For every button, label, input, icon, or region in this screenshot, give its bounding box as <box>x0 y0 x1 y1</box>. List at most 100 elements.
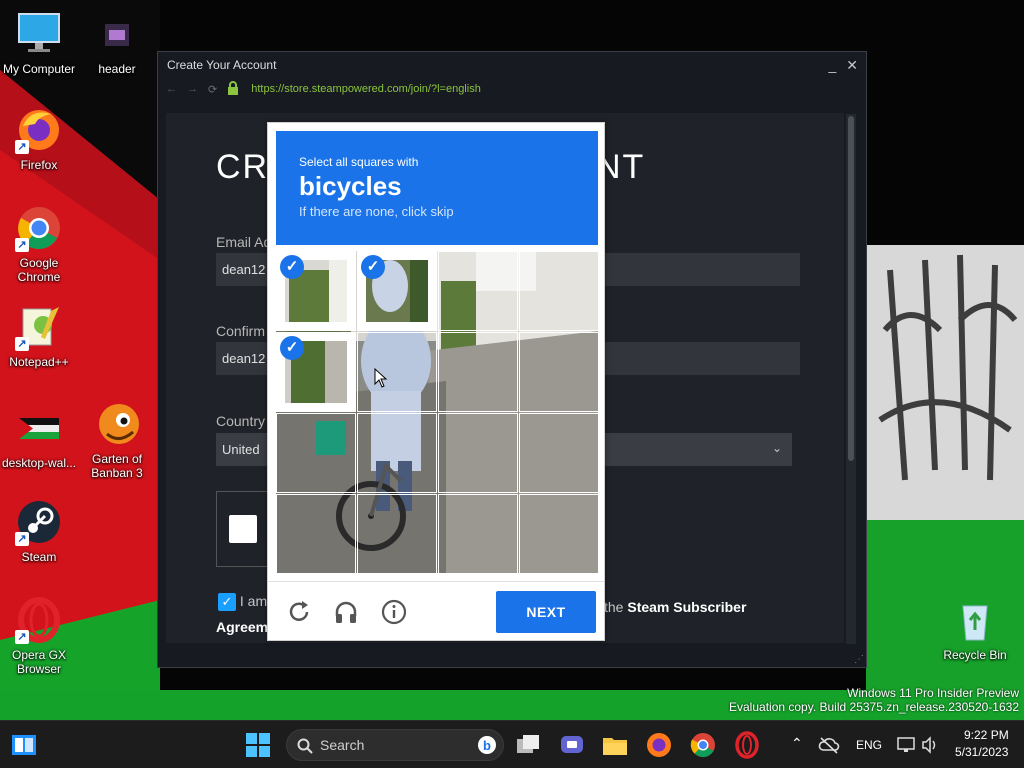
watermark-line-1: Windows 11 Pro Insider Preview <box>847 686 1019 700</box>
windows-evaluation-watermark: Windows 11 Pro Insider Preview Evaluatio… <box>729 686 1019 714</box>
audio-icon[interactable] <box>332 598 360 626</box>
captcha-tile-13[interactable] <box>276 494 356 573</box>
mouse-cursor-icon <box>374 368 388 388</box>
confirm-email-label: Confirm <box>216 323 266 339</box>
firefox-icon: ↗ <box>15 106 63 154</box>
captcha-tile-11[interactable] <box>438 413 518 493</box>
resize-grip-icon[interactable]: ⋰ <box>854 654 864 665</box>
desktop-icon-opera-gx[interactable]: ↗ Opera GX Browser <box>0 596 78 676</box>
chevron-down-icon: ⌄ <box>771 441 782 455</box>
challenge-header: Select all squares with bicycles If ther… <box>276 131 598 245</box>
firefox-taskbar-icon[interactable] <box>645 731 673 759</box>
opera-gx-icon: ↗ <box>15 596 63 644</box>
selected-check-icon: ✓ <box>280 336 304 360</box>
captcha-tile-15[interactable] <box>438 494 518 573</box>
subscriber-agreement-link[interactable]: Steam Subscriber <box>627 599 746 615</box>
desktop-icon-label: Firefox <box>20 158 58 172</box>
captcha-tile-5[interactable]: ✓ <box>276 332 356 412</box>
file-explorer-icon[interactable] <box>601 731 629 759</box>
shortcut-arrow-icon: ↗ <box>15 630 29 644</box>
task-view-icon[interactable] <box>514 731 542 759</box>
bing-icon[interactable]: b <box>477 735 497 755</box>
captcha-tile-2[interactable]: ✓ <box>357 251 437 331</box>
shortcut-arrow-icon: ↗ <box>15 140 29 154</box>
agreement-row: ✓ I am <box>218 593 268 612</box>
next-button[interactable]: NEXT <box>496 591 596 633</box>
refresh-icon[interactable]: ⟳ <box>208 83 217 96</box>
captcha-tile-9[interactable] <box>276 413 356 493</box>
volume-icon[interactable] <box>920 735 940 755</box>
recaptcha-challenge: Select all squares with bicycles If ther… <box>267 122 605 641</box>
game-icon <box>93 400 141 448</box>
captcha-tile-6[interactable] <box>357 332 437 412</box>
search-icon <box>297 738 313 754</box>
captcha-tile-10[interactable] <box>357 413 437 493</box>
captcha-tile-8[interactable] <box>519 332 598 412</box>
agreement-middle: the <box>604 599 624 615</box>
shortcut-arrow-icon: ↗ <box>15 238 29 252</box>
desktop-icon-recycle-bin[interactable]: Recycle Bin <box>936 596 1014 662</box>
shortcut-arrow-icon: ↗ <box>15 532 29 546</box>
desktop-icon-label: Google Chrome <box>17 256 61 284</box>
opera-gx-taskbar-icon[interactable] <box>733 731 761 759</box>
agreement-link-continued[interactable]: Agreem <box>216 619 268 635</box>
desktop-icon-steam[interactable]: ↗ Steam <box>0 498 78 564</box>
chrome-taskbar-icon[interactable] <box>689 731 717 759</box>
email-label: Email Ad <box>216 234 272 250</box>
desktop-icon-garten-of-banban[interactable]: Garten of Banban 3 <box>78 400 156 480</box>
agreement-prefix: I am <box>239 593 268 609</box>
windows-start-icon[interactable] <box>244 731 272 759</box>
captcha-tile-16[interactable] <box>519 494 598 573</box>
captcha-tile-1[interactable]: ✓ <box>276 251 356 331</box>
lock-icon <box>227 80 239 98</box>
back-icon[interactable]: ← <box>166 83 177 95</box>
desktop-icon-wallpaper-file[interactable]: desktop-wal... <box>0 404 78 470</box>
recaptcha-checkbox[interactable] <box>229 515 257 543</box>
scrollbar-thumb[interactable] <box>848 116 854 461</box>
email-value: dean12 <box>222 262 266 277</box>
taskbar-search-box[interactable]: Search b <box>286 729 504 761</box>
reload-icon[interactable] <box>285 598 313 626</box>
page-scrollbar[interactable] <box>846 114 856 644</box>
minimize-icon[interactable]: _ <box>828 57 836 74</box>
desktop-icon-label: header <box>98 62 136 76</box>
desktop-icon-chrome[interactable]: ↗ Google Chrome <box>0 204 78 284</box>
challenge-image-grid: ✓ ✓ ✓ <box>276 251 598 573</box>
input-language[interactable]: ENG <box>856 738 882 752</box>
desktop-icon-label: My Computer <box>2 62 76 76</box>
desktop-icon-notepadpp[interactable]: ↗ Notepad++ <box>0 303 78 369</box>
teams-chat-icon[interactable] <box>558 731 586 759</box>
cloud-offline-icon[interactable] <box>818 735 840 757</box>
desktop-icon-label: desktop-wal... <box>1 456 77 470</box>
captcha-tile-3[interactable] <box>438 251 518 331</box>
show-hidden-icons-chevron-icon[interactable]: ⌃ <box>791 735 803 752</box>
monitor-icon <box>15 10 63 58</box>
search-placeholder: Search <box>320 737 365 753</box>
desktop-icon-label: Steam <box>21 550 57 564</box>
window-title: Create Your Account <box>167 58 277 72</box>
window-titlebar[interactable]: Create Your Account _ ✕ <box>158 52 866 78</box>
desktop-icon-my-computer[interactable]: My Computer <box>0 10 78 76</box>
navigation-bar: ← → ⟳ https://store.steampowered.com/joi… <box>158 78 866 100</box>
desktop-icon-firefox[interactable]: ↗ Firefox <box>0 106 78 172</box>
challenge-hint: If there are none, click skip <box>299 204 454 219</box>
desktop-icon-header[interactable]: header <box>78 10 156 76</box>
shortcut-arrow-icon: ↗ <box>15 337 29 351</box>
agreement-checkbox[interactable]: ✓ <box>218 593 236 612</box>
country-value: United <box>222 442 260 457</box>
network-icon[interactable] <box>896 735 916 755</box>
close-icon[interactable]: ✕ <box>846 57 858 74</box>
captcha-tile-12[interactable] <box>519 413 598 493</box>
chrome-icon: ↗ <box>15 204 63 252</box>
clock-date[interactable]: 5/31/2023 <box>955 745 1008 759</box>
clock-time[interactable]: 9:22 PM <box>964 728 1009 742</box>
captcha-tile-14[interactable] <box>357 494 437 573</box>
info-icon[interactable] <box>380 598 408 626</box>
task-view-widget-icon[interactable] <box>10 731 38 759</box>
captcha-tile-4[interactable] <box>519 251 598 331</box>
forward-icon[interactable]: → <box>187 83 198 95</box>
flag-image-icon <box>15 404 63 452</box>
captcha-tile-7[interactable] <box>438 332 518 412</box>
address-url[interactable]: https://store.steampowered.com/join/?l=e… <box>251 83 481 95</box>
svg-text:b: b <box>483 738 491 753</box>
